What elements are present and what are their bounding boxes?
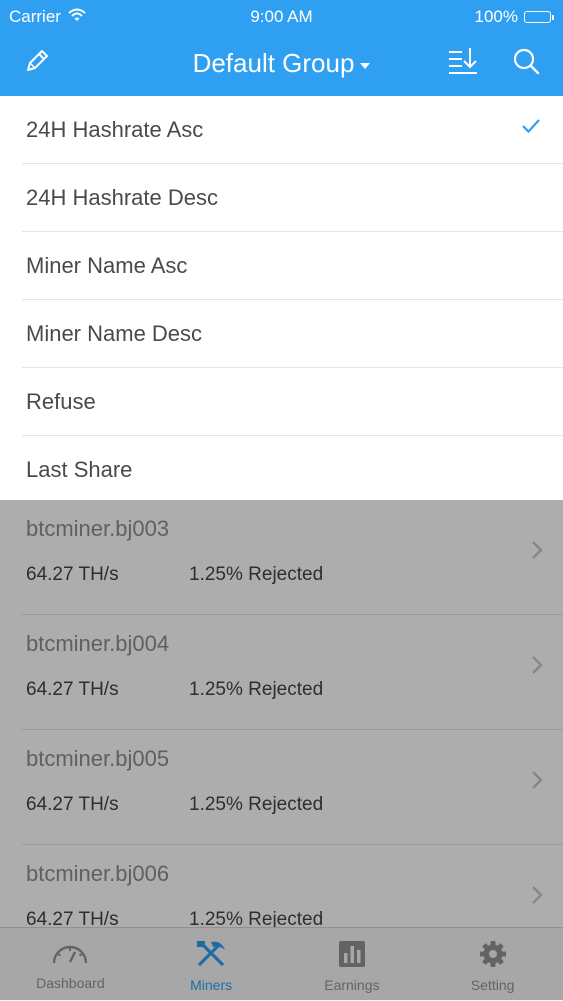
search-icon [512,47,540,80]
sort-option-hashrate-desc[interactable]: 24H Hashrate Desc [22,164,563,232]
battery-percent: 100% [474,7,518,26]
sort-option-label: Last Share [26,456,133,482]
sort-option-hashrate-asc[interactable]: 24H Hashrate Asc [22,96,563,164]
dim-overlay[interactable] [0,500,563,1000]
caret-down-icon [360,62,371,69]
sort-option-label: 24H Hashrate Asc [26,116,204,142]
page-title: Default Group [192,48,355,78]
sort-option-label: Miner Name Desc [26,320,203,346]
sort-button[interactable] [446,46,480,80]
sort-option-label: 24H Hashrate Desc [26,184,218,210]
sort-icon [447,46,479,81]
nav-bar: Default Group [0,33,563,96]
battery-icon [524,11,554,23]
sort-menu: 24H Hashrate Asc 24H Hashrate Desc Miner… [0,96,563,500]
header: Carrier 9:00 AM 100% Default Group [0,0,563,96]
sort-option-label: Refuse [26,388,96,414]
sort-option-label: Miner Name Asc [26,252,188,278]
search-button[interactable] [509,46,543,80]
sort-option-name-asc[interactable]: Miner Name Asc [22,232,563,300]
sort-option-name-desc[interactable]: Miner Name Desc [22,300,563,368]
sort-option-refuse[interactable]: Refuse [22,368,563,436]
status-bar: Carrier 9:00 AM 100% [0,0,563,33]
checkmark-icon [521,118,541,139]
sort-option-last-share[interactable]: Last Share [22,436,563,503]
